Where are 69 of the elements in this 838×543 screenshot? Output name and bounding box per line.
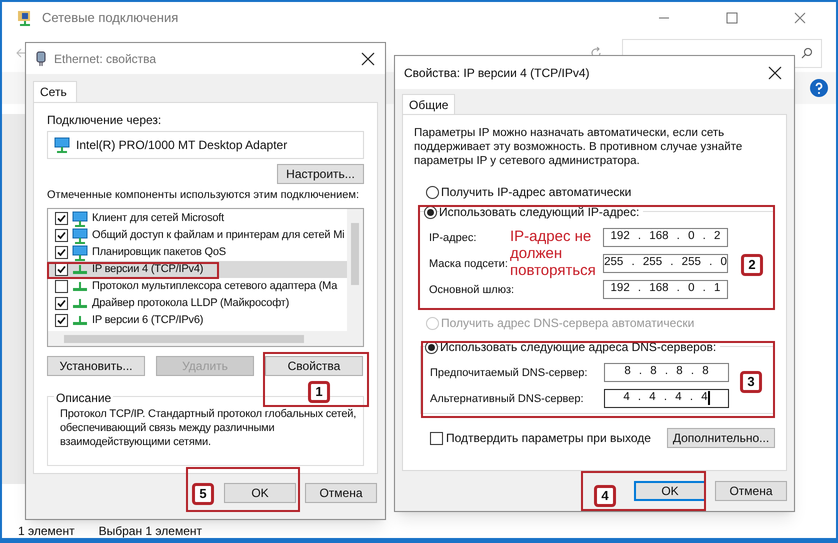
step-badge: 5 [192,483,214,505]
network-computer-icon [72,210,88,226]
help-icon[interactable] [810,79,828,97]
address-field[interactable]: 4 . 4 . 4 . 4 [604,388,729,408]
field-label: Основной шлюз: [429,284,514,296]
maximize-icon[interactable] [726,12,738,24]
component-item[interactable]: Планировщик пакетов QoS [48,244,348,261]
radio-button[interactable] [426,186,439,198]
search-icon [801,47,813,59]
dialog-title: Свойства: IP версии 4 (TCP/IPv4) [404,64,590,82]
protocol-icon [73,265,87,274]
network-computer-icon [72,228,88,244]
ok-button[interactable]: OK [634,481,706,501]
close-icon[interactable] [768,66,782,80]
protocol-icon [73,282,87,291]
status-text: 1 элемент [18,523,75,540]
status-text: Выбран 1 элемент [98,523,202,540]
checkbox[interactable] [55,212,68,225]
step-badge: 3 [740,371,762,393]
component-item[interactable]: Протокол мультиплексора сетевого адаптера (Ма [48,278,348,295]
close-icon[interactable] [361,52,375,66]
adapter-name: Intel(R) PRO/1000 MT Desktop Adapter [76,137,288,154]
checkbox[interactable] [55,280,68,293]
component-item[interactable]: Драйвер протокола LLDP (Майкрософт) [48,295,348,312]
step-badge: 1 [308,381,330,403]
checkbox[interactable] [55,263,68,276]
vertical-scrollbar[interactable] [347,209,363,331]
annotation-note: IP-адрес не должен повторяться [510,228,597,279]
component-item[interactable]: Общий доступ к файлам и принтерам для сетей Mi [48,227,348,244]
checkbox[interactable] [55,229,68,242]
window-title: Сетевые подключения [42,9,178,28]
action-button[interactable]: Установить... [47,356,145,376]
protocol-icon [73,299,87,308]
tab[interactable]: Общие [402,94,456,114]
ethernet-icon [36,50,46,66]
section-label: Подключение через: [47,113,162,128]
cancel-button[interactable]: Отмена [305,483,377,503]
address-field[interactable]: 192 . 168 . 0 . 1 [603,280,728,298]
checkbox[interactable] [430,432,443,444]
action-button[interactable]: Свойства [265,356,363,376]
field-label: Альтернативный DNS-сервер: [430,393,584,405]
address-field[interactable]: 255 . 255 . 255 . 0 [603,254,728,272]
checkbox[interactable] [55,246,68,259]
ok-button[interactable]: OK [224,483,296,503]
field-label: IP-адрес: [429,232,476,244]
cancel-button[interactable]: Отмена [715,481,787,501]
address-field[interactable]: 192 . 168 . 0 . 2 [603,228,728,246]
step-badge: 4 [594,485,616,507]
advanced-button[interactable]: Дополнительно... [667,428,775,448]
address-field[interactable]: 8 . 8 . 8 . 8 [604,362,729,382]
section-label: Отмеченные компоненты используются этим подключением: [47,188,360,203]
component-item[interactable]: IP версии 6 (TCP/IPv6) [48,312,348,329]
network-computer-icon [72,244,88,260]
checkbox-label: Подтвердить параметры при выходе [446,430,652,447]
field-label: Маска подсети: [429,258,508,270]
protocol-icon [73,316,87,325]
intro-text: Параметры IP можно назначать автоматически, если сеть поддерживает эту возможность. В противном случае узнайте параметры IP у сетевого администратора. [414,126,744,168]
dialog-title: Ethernet: свойства [54,50,158,68]
network-computer-icon [54,137,70,153]
checkbox[interactable] [55,297,68,310]
back-arrow-icon[interactable] [16,47,28,59]
field-label: Предпочитаемый DNS-сервер: [430,367,588,379]
component-item[interactable]: Клиент для сетей Microsoft [48,210,348,227]
checkbox[interactable] [55,314,68,327]
step-badge: 2 [741,254,763,276]
configure-button[interactable]: Настроить... [277,164,364,184]
description-text: Протокол TCP/IP. Стандартный протокол глобальных сетей, обеспечивающий связь между различными взаимодействующими сетями. [60,407,358,449]
horizontal-scrollbar[interactable] [48,331,363,346]
tab[interactable]: Сеть [33,81,77,102]
